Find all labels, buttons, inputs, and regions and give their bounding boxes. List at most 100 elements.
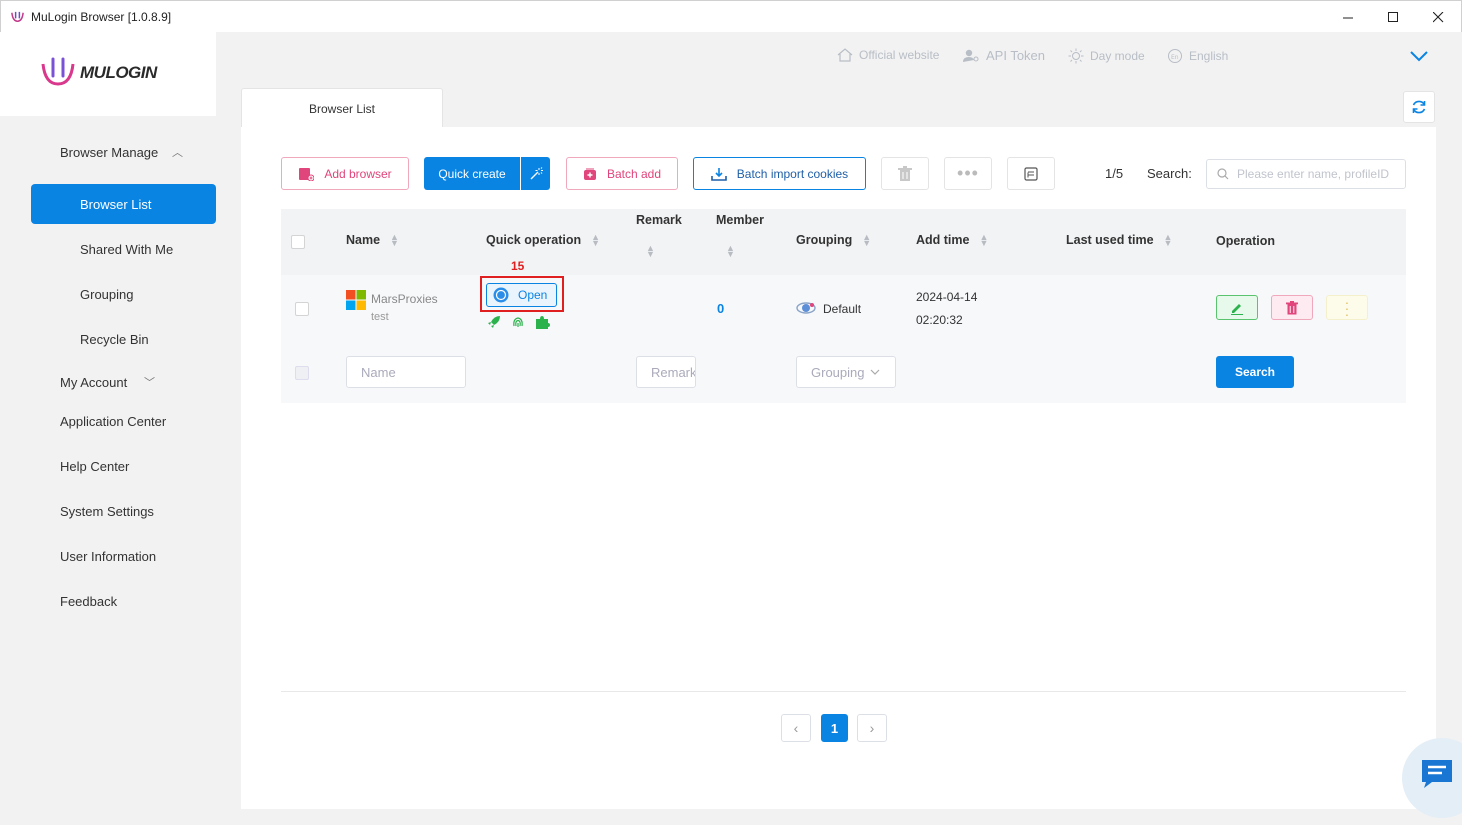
pagination-prev-button[interactable]: ‹	[781, 714, 811, 742]
window-title: MuLogin Browser [1.0.8.9]	[31, 10, 172, 24]
pagination-page-1[interactable]: 1	[821, 714, 848, 742]
column-header-remark[interactable]: Remark	[636, 213, 682, 227]
column-label: Name	[346, 233, 381, 247]
chevron-down-icon[interactable]	[1410, 50, 1428, 62]
nav-label: Shared With Me	[80, 241, 174, 257]
home-icon	[837, 48, 853, 62]
more-actions-button[interactable]: •••	[944, 157, 992, 190]
nav-label: Recycle Bin	[80, 331, 149, 347]
link-label: English	[1189, 49, 1229, 63]
more-options-button[interactable]: · · ·	[1326, 293, 1368, 322]
batch-add-icon	[583, 168, 596, 180]
button-label: Open	[518, 288, 548, 302]
batch-import-cookies-button[interactable]: Batch import cookies	[693, 157, 866, 190]
app-logo-icon	[11, 11, 24, 22]
nav-application-center[interactable]: Application Center	[0, 401, 216, 441]
batch-add-button[interactable]: Batch add	[566, 157, 678, 190]
select-all-checkbox[interactable]	[291, 235, 305, 249]
search-label: Search:	[1147, 166, 1192, 181]
refresh-icon	[1412, 100, 1426, 114]
nav-label: Browser List	[80, 196, 152, 212]
column-label: Last used time	[1066, 233, 1154, 247]
sidebar-item-browser-list[interactable]: Browser List	[31, 184, 216, 224]
name-filter-input[interactable]: Name	[346, 356, 466, 388]
maximize-button[interactable]	[1370, 1, 1416, 33]
browser-icon	[493, 287, 509, 303]
logo-text: MULOGIN	[80, 63, 157, 82]
button-label: Batch import cookies	[736, 166, 849, 181]
chevron-down-icon: ﹀	[144, 377, 155, 389]
annotation-number: 15	[511, 259, 525, 273]
profile-name[interactable]: MarsProxies	[371, 292, 438, 306]
vertical-dots-icon: · · ·	[1344, 293, 1350, 322]
sort-icon[interactable]: ▲ ▼	[726, 244, 735, 259]
day-mode-toggle[interactable]: Day mode	[1068, 48, 1145, 64]
official-website-link[interactable]: Official website	[837, 48, 939, 62]
nav-my-account[interactable]: My Account ﹀	[0, 362, 216, 402]
rocket-icon[interactable]	[487, 315, 501, 329]
sidebar-item-recycle-bin[interactable]: Recycle Bin	[0, 319, 216, 359]
document-list-icon	[1024, 166, 1038, 181]
column-label: Remark	[636, 213, 682, 227]
member-count[interactable]: 0	[717, 301, 724, 316]
delete-button[interactable]	[1271, 295, 1313, 320]
minimize-icon	[1342, 17, 1353, 18]
page-number: 1	[830, 720, 839, 736]
column-header-grouping[interactable]: Grouping ▲ ▼	[796, 233, 871, 248]
open-browser-button[interactable]: Open	[486, 283, 557, 307]
sort-icon: ▲ ▼	[390, 232, 399, 248]
sidebar-item-grouping[interactable]: Grouping	[0, 274, 216, 314]
export-button[interactable]	[1007, 157, 1055, 190]
column-header-add-time[interactable]: Add time ▲ ▼	[916, 232, 989, 248]
user-key-icon	[963, 49, 979, 62]
input-placeholder: Name	[361, 364, 396, 380]
quick-create-button[interactable]: Quick create	[424, 157, 520, 190]
minimize-button[interactable]	[1325, 1, 1371, 33]
column-header-member[interactable]: Member	[716, 213, 764, 227]
profile-subname: test	[371, 311, 389, 323]
add-browser-button[interactable]: Add browser	[281, 157, 409, 190]
pagination-next-button[interactable]: ›	[857, 714, 887, 742]
more-icon: •••	[957, 163, 979, 183]
search-placeholder: Please enter name, profileID	[1237, 167, 1390, 181]
sidebar: MULOGIN Browser Manage ︿ Browser List Sh…	[0, 32, 216, 825]
column-header-quick-operation[interactable]: Quick operation ▲ ▼	[486, 233, 600, 248]
column-label: Add time	[916, 233, 970, 247]
row-checkbox[interactable]	[295, 302, 309, 316]
nav-label: Application Center	[60, 413, 167, 429]
edit-button[interactable]	[1216, 295, 1258, 320]
nav-label: Help Center	[60, 458, 130, 474]
tab-browser-list[interactable]: Browser List	[241, 88, 443, 128]
filter-search-button[interactable]: Search	[1216, 356, 1294, 388]
link-label: Day mode	[1090, 49, 1145, 63]
column-header-name[interactable]: Name ▲ ▼	[346, 232, 399, 248]
api-token-link[interactable]: API Token	[962, 48, 1045, 63]
language-selector[interactable]: En English	[1167, 48, 1228, 64]
grouping-filter-select[interactable]: Grouping	[796, 356, 896, 388]
sort-icon[interactable]: ▲ ▼	[646, 244, 655, 259]
sort-icon: ▲ ▼	[979, 232, 989, 248]
nav-user-information[interactable]: User Information	[0, 536, 216, 576]
magic-wand-icon	[530, 166, 543, 179]
top-header: Official website API Token Day mode En E…	[216, 32, 1462, 80]
column-header-operation: Operation	[1216, 234, 1275, 248]
button-label: Quick create	[438, 166, 506, 181]
remark-filter-input[interactable]: Remark	[636, 356, 696, 388]
fingerprint-icon[interactable]	[511, 315, 525, 329]
trash-icon	[898, 165, 912, 181]
nav-label: Grouping	[80, 286, 134, 302]
sidebar-item-shared-with-me[interactable]: Shared With Me	[0, 229, 216, 269]
extension-puzzle-icon[interactable]	[535, 315, 550, 329]
search-input[interactable]: Please enter name, profileID	[1206, 159, 1406, 189]
nav-system-settings[interactable]: System Settings	[0, 491, 216, 531]
column-header-last-used-time[interactable]: Last used time ▲ ▼	[1066, 233, 1172, 248]
nav-feedback[interactable]: Feedback	[0, 581, 216, 621]
link-label: Official website	[859, 48, 940, 62]
delete-selected-button[interactable]	[881, 157, 929, 190]
close-button[interactable]	[1415, 1, 1461, 33]
mulogin-logo-icon	[41, 57, 75, 86]
refresh-button[interactable]	[1403, 91, 1435, 123]
nav-help-center[interactable]: Help Center	[0, 446, 216, 486]
nav-browser-manage[interactable]: Browser Manage ︿	[0, 132, 216, 172]
quick-create-options-button[interactable]	[521, 157, 550, 190]
